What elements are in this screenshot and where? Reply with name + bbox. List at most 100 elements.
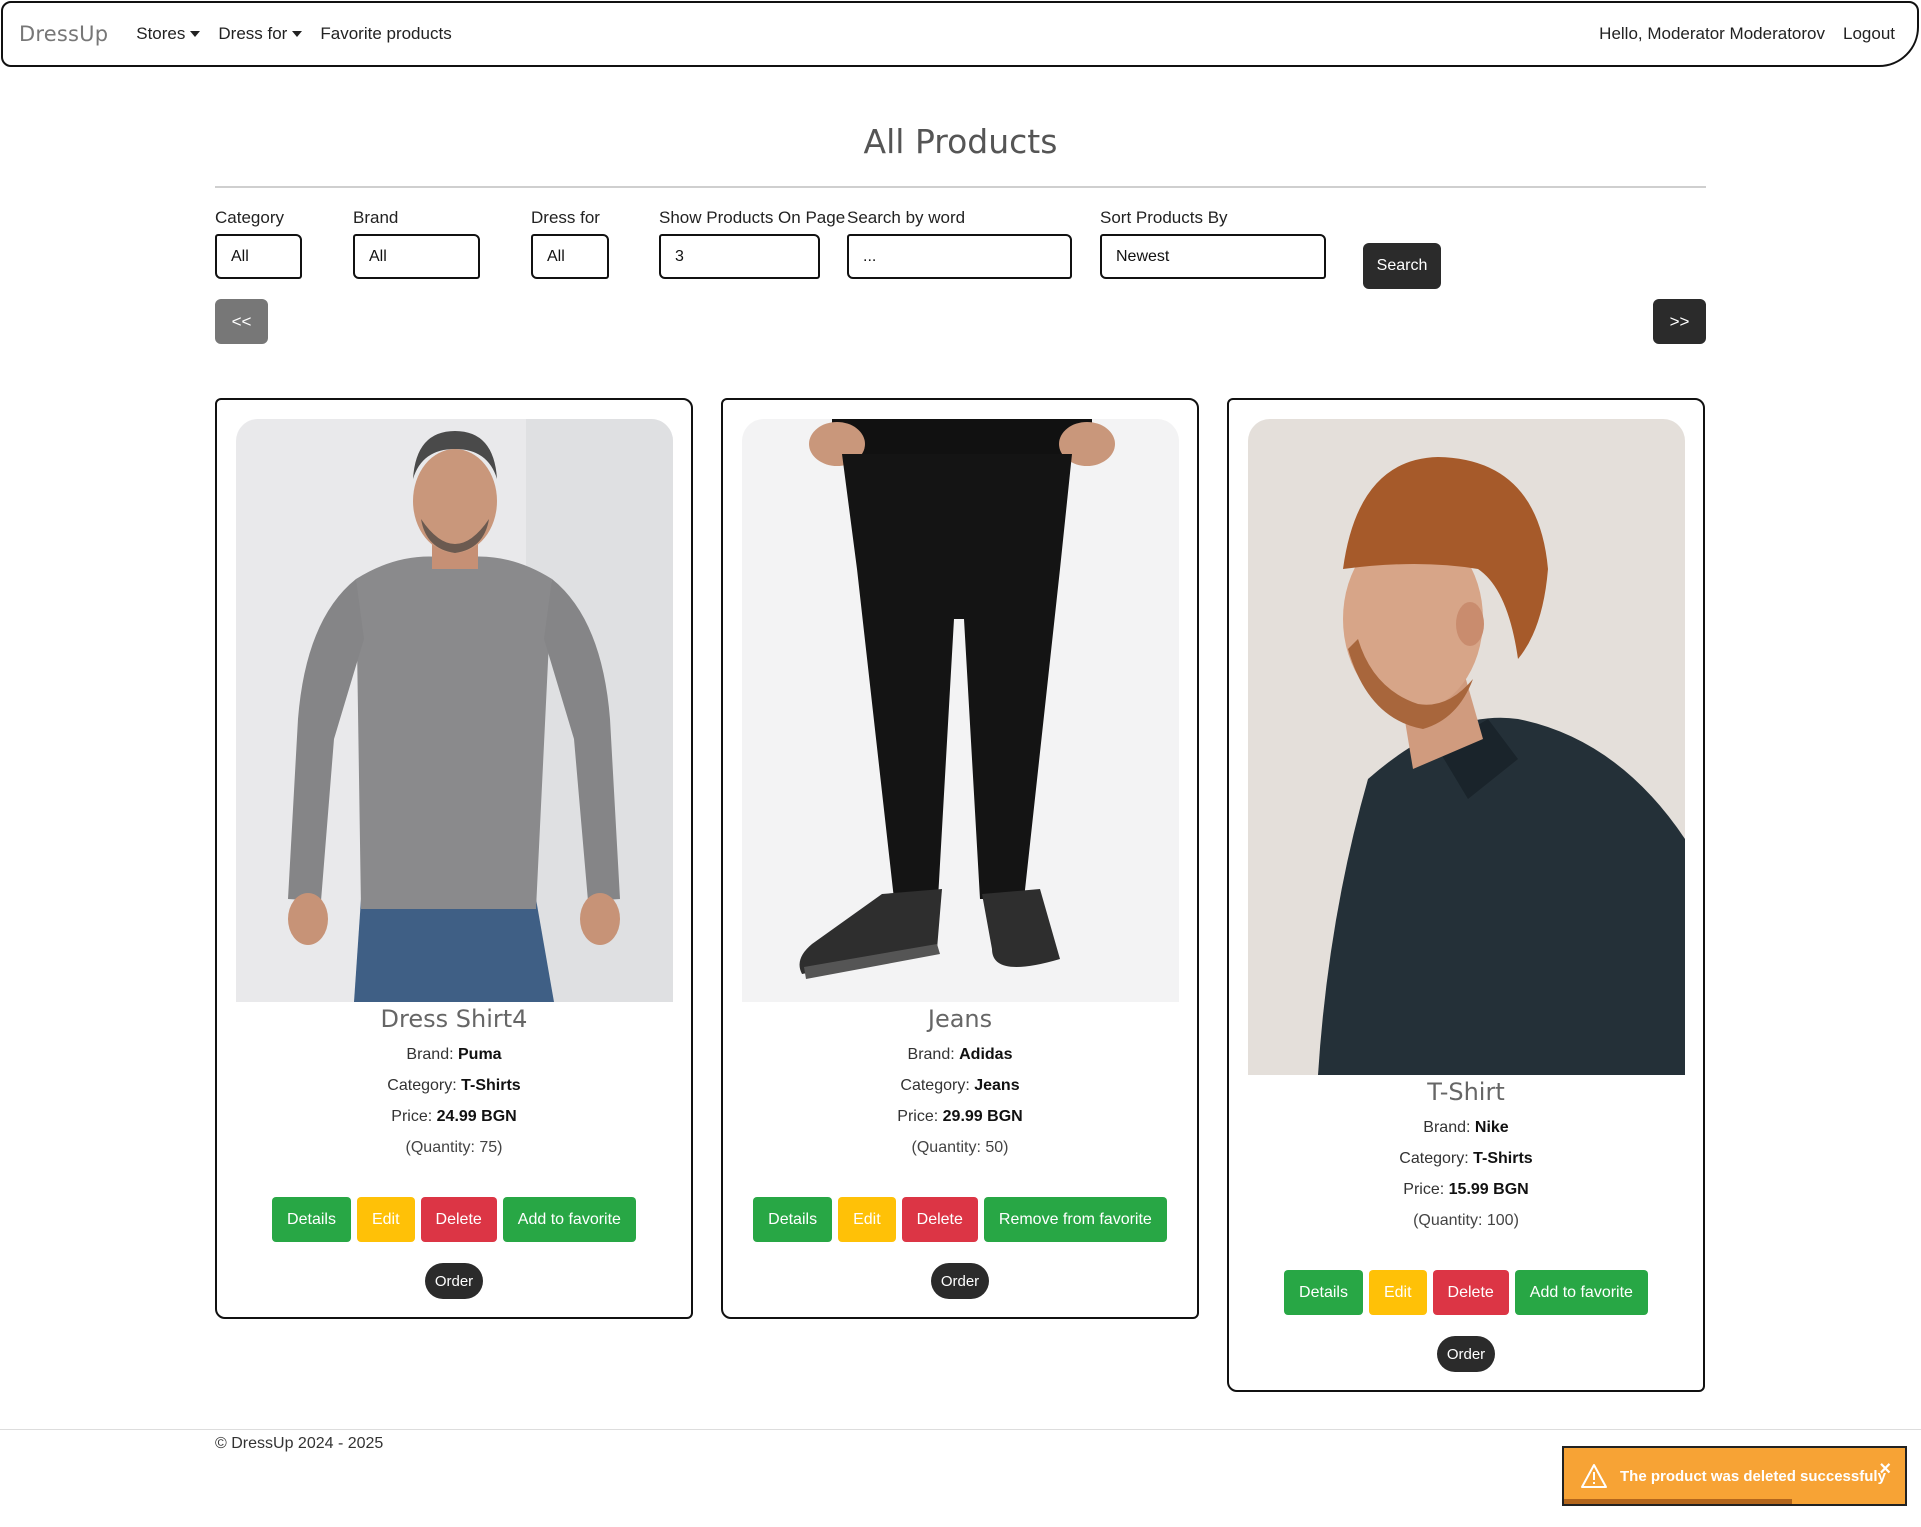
- product-quantity: (Quantity: 50): [911, 1139, 1009, 1156]
- grey-sweater-photo: [236, 419, 673, 1002]
- brand-label: Brand:: [406, 1046, 454, 1063]
- footer-divider: [0, 1429, 1921, 1430]
- warning-icon: [1581, 1464, 1607, 1488]
- navy-polo-photo: [1248, 419, 1685, 1075]
- category-filter: Category All: [215, 208, 302, 279]
- product-quantity: (Quantity: 100): [1413, 1212, 1519, 1229]
- price-value: 24.99 BGN: [436, 1108, 517, 1125]
- product-brand: Brand: Puma: [217, 1046, 691, 1064]
- per-page-filter: Show Products On Page 3: [659, 208, 845, 279]
- product-title: Dress Shirt4: [380, 1005, 528, 1033]
- nav-stores-dropdown[interactable]: Stores: [136, 24, 201, 44]
- next-page-button[interactable]: >>: [1653, 299, 1706, 344]
- category-value: T-Shirts: [1473, 1150, 1533, 1167]
- brand-value: Adidas: [959, 1046, 1013, 1063]
- product-card: Jeans Brand: Adidas Category: Jeans Pric…: [721, 398, 1199, 1319]
- product-title: T-Shirt: [1427, 1078, 1505, 1106]
- product-brand: Brand: Nike: [1229, 1119, 1703, 1137]
- nav-right-group: Hello, Moderator Moderatorov Logout: [1581, 24, 1901, 44]
- toast-message: The product was deleted successfuly: [1620, 1467, 1886, 1485]
- nav-logout[interactable]: Logout: [1843, 24, 1895, 44]
- card-actions: Details Edit Delete Add to favorite: [217, 1197, 691, 1242]
- per-page-label: Show Products On Page: [659, 208, 846, 227]
- product-price: Price: 29.99 BGN: [723, 1108, 1197, 1126]
- price-label: Price:: [391, 1108, 433, 1125]
- search-filter: Search by word ...: [847, 208, 1072, 279]
- nav-dress-for-label: Dress for: [218, 24, 288, 43]
- details-button[interactable]: Details: [753, 1197, 833, 1242]
- caret-down-icon: [292, 31, 303, 37]
- edit-button[interactable]: Edit: [356, 1197, 415, 1242]
- product-brand: Brand: Adidas: [723, 1046, 1197, 1064]
- per-page-input[interactable]: 3: [659, 234, 820, 279]
- category-select[interactable]: All: [215, 234, 302, 279]
- black-jeans-photo: [742, 419, 1179, 1002]
- footer-copyright: © DressUp 2024 - 2025: [215, 1435, 384, 1452]
- category-label: Category:: [1399, 1150, 1469, 1167]
- brand-label: Brand: [353, 208, 399, 227]
- title-divider: [215, 186, 1706, 188]
- search-input[interactable]: ...: [847, 234, 1072, 279]
- delete-button[interactable]: Delete: [1432, 1270, 1509, 1315]
- order-button[interactable]: Order: [931, 1263, 989, 1299]
- product-card: T-Shirt Brand: Nike Category: T-Shirts P…: [1227, 398, 1705, 1392]
- product-quantity: (Quantity: 75): [405, 1139, 503, 1156]
- price-label: Price:: [1403, 1181, 1445, 1198]
- category-label: Category:: [387, 1077, 457, 1094]
- favorite-button[interactable]: Remove from favorite: [983, 1197, 1167, 1242]
- toast-notification: The product was deleted successfuly ×: [1562, 1446, 1907, 1506]
- page-title: All Products: [863, 122, 1058, 161]
- product-card: Dress Shirt4 Brand: Puma Category: T-Shi…: [215, 398, 693, 1319]
- category-label: Category: [215, 208, 284, 227]
- product-image[interactable]: [1248, 419, 1685, 1075]
- price-value: 29.99 BGN: [942, 1108, 1023, 1125]
- card-actions: Details Edit Delete Remove from favorite: [723, 1197, 1197, 1242]
- brand-select[interactable]: All: [353, 234, 480, 279]
- brand-filter: Brand All: [353, 208, 480, 279]
- details-button[interactable]: Details: [272, 1197, 351, 1242]
- product-category: Category: T-Shirts: [1229, 1150, 1703, 1168]
- nav-stores-label: Stores: [136, 24, 186, 43]
- sort-label: Sort Products By: [1100, 208, 1228, 227]
- product-price: Price: 24.99 BGN: [217, 1108, 691, 1126]
- favorite-button[interactable]: Add to favorite: [1514, 1270, 1648, 1315]
- toast-progress-bar: [1564, 1499, 1792, 1504]
- prev-page-button[interactable]: <<: [215, 299, 268, 344]
- brand-value: Nike: [1474, 1119, 1509, 1136]
- product-image[interactable]: [742, 419, 1179, 1002]
- details-button[interactable]: Details: [1284, 1270, 1363, 1315]
- sort-filter: Sort Products By Newest: [1100, 208, 1326, 279]
- brand-label: Brand:: [1423, 1119, 1471, 1136]
- sort-select[interactable]: Newest: [1100, 234, 1326, 279]
- close-icon[interactable]: ×: [1879, 1458, 1891, 1481]
- price-label: Price:: [897, 1108, 939, 1125]
- dress-for-filter: Dress for All: [531, 208, 609, 279]
- product-category: Category: Jeans: [723, 1077, 1197, 1095]
- nav-user-greeting[interactable]: Hello, Moderator Moderatorov: [1599, 24, 1825, 44]
- delete-button[interactable]: Delete: [901, 1197, 978, 1242]
- order-button[interactable]: Order: [425, 1263, 483, 1299]
- caret-down-icon: [190, 31, 201, 37]
- dress-for-label: Dress for: [531, 208, 600, 227]
- brand-value: Puma: [458, 1046, 502, 1063]
- navbar: DressUp Stores Dress for Favorite produc…: [1, 1, 1919, 67]
- price-value: 15.99 BGN: [1448, 1181, 1529, 1198]
- order-button[interactable]: Order: [1437, 1336, 1495, 1372]
- search-button[interactable]: Search: [1363, 243, 1441, 289]
- product-image[interactable]: [236, 419, 673, 1002]
- card-actions: Details Edit Delete Add to favorite: [1229, 1270, 1703, 1315]
- category-value: T-Shirts: [461, 1077, 521, 1094]
- delete-button[interactable]: Delete: [420, 1197, 497, 1242]
- nav-dress-for-dropdown[interactable]: Dress for: [218, 24, 303, 44]
- product-category: Category: T-Shirts: [217, 1077, 691, 1095]
- nav-favorite-products[interactable]: Favorite products: [320, 24, 451, 44]
- favorite-button[interactable]: Add to favorite: [502, 1197, 636, 1242]
- product-title: Jeans: [927, 1005, 993, 1033]
- brand-logo[interactable]: DressUp: [19, 22, 108, 46]
- search-label: Search by word: [847, 208, 966, 227]
- edit-button[interactable]: Edit: [1368, 1270, 1427, 1315]
- category-value: Jeans: [974, 1077, 1020, 1094]
- dress-for-select[interactable]: All: [531, 234, 609, 279]
- product-price: Price: 15.99 BGN: [1229, 1181, 1703, 1199]
- edit-button[interactable]: Edit: [838, 1197, 896, 1242]
